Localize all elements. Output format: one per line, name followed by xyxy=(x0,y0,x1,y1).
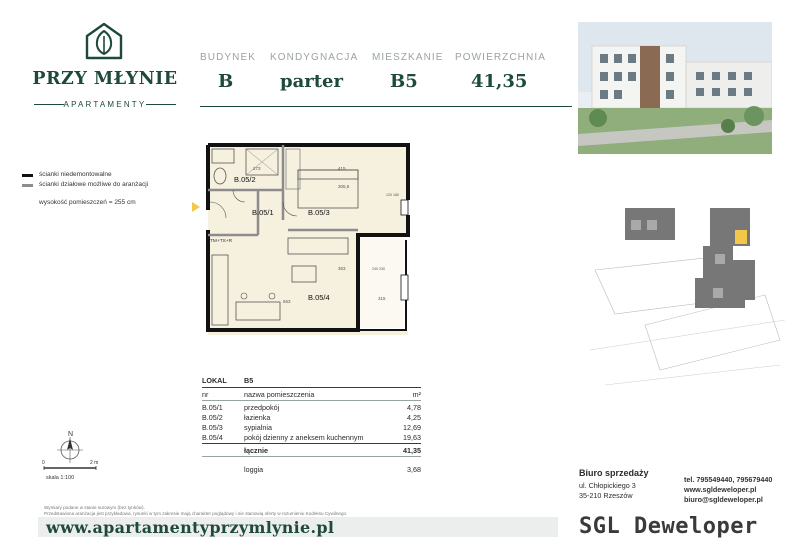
dim-window-1: 120 180 xyxy=(386,193,399,197)
north-letter: N xyxy=(68,431,73,438)
logo-name: PRZY MŁYNIE xyxy=(32,69,178,89)
row-nr: B.05/1 xyxy=(202,402,223,412)
field-area-label: POWIERZCHNIA xyxy=(455,52,546,63)
col-unit: m² xyxy=(412,389,421,399)
contact-email[interactable]: biuro@sgldeweloper.pl xyxy=(684,495,772,505)
row-nr: B.05/4 xyxy=(202,432,223,442)
row-area: 4,25 xyxy=(407,412,421,422)
sales-office: Biuro sprzedaży ul. Chłopickiego 3 35-21… xyxy=(579,468,649,501)
table-row: B.05/1 przedpokój 4,78 xyxy=(202,402,421,412)
office-title: Biuro sprzedaży xyxy=(579,468,649,478)
scale-end: 2 m xyxy=(90,460,98,466)
table-code-label: LOKAL xyxy=(202,375,227,385)
row-area: 4,78 xyxy=(407,402,421,412)
room-label-b053: B.05/3 xyxy=(308,208,330,217)
dim-window-2: 240 230 xyxy=(372,267,385,271)
legend-row-partition: ścianki działowe możliwe do aranżacji xyxy=(22,180,148,190)
dim-living-depth: 353 xyxy=(338,266,346,271)
field-floor-value: parter xyxy=(280,71,343,92)
field-building-value: B xyxy=(218,71,234,92)
contact-info: tel. 795549440, 795679440 www.sgldewelop… xyxy=(684,475,772,505)
loggia-area: 3,68 xyxy=(407,464,421,474)
logo-rule-right xyxy=(146,104,176,105)
brand-logo: PRZY MŁYNIE APARTAMENTY xyxy=(30,22,180,112)
scale-label: skala 1:100 xyxy=(46,475,74,481)
total-label: łącznie xyxy=(244,445,268,455)
table-rule xyxy=(202,443,421,444)
row-name: pokój dzienny z aneksem kuchennym xyxy=(244,432,364,442)
col-name: nazwa pomieszczenia xyxy=(244,389,315,399)
partition-wall-swatch xyxy=(22,183,33,187)
table-column-headers: nr nazwa pomieszczenia m² xyxy=(202,389,421,399)
loggia-row: loggia 3,68 xyxy=(202,464,421,474)
row-name: łazienka xyxy=(244,412,271,422)
table-rule xyxy=(202,456,421,457)
table-row: B.05/3 sypialnia 12,69 xyxy=(202,422,421,432)
house-leaf-icon xyxy=(85,22,123,60)
office-street: ul. Chłopickiego 3 xyxy=(579,481,636,490)
table-row: B.05/2 łazienka 4,25 xyxy=(202,412,421,422)
table-row: B.05/4 pokój dzienny z aneksem kuchennym… xyxy=(202,432,421,442)
scale-start: 0 xyxy=(42,460,45,466)
website-link[interactable]: www.apartamentyprzymlynie.pl xyxy=(46,518,334,537)
table-total-row: łącznie 41,35 xyxy=(202,445,421,455)
legend-load-label: ścianki niedemontowalne xyxy=(39,171,112,178)
table-code-value: B5 xyxy=(244,375,254,385)
table-rule xyxy=(202,400,421,401)
table-rule-top xyxy=(202,387,421,388)
apartment-highlight xyxy=(735,230,747,244)
field-building: BUDYNEK B xyxy=(200,52,256,92)
building-render-image xyxy=(578,22,772,154)
table-header: LOKAL B5 xyxy=(202,374,421,386)
disclaimer: Wymiary podane w stanie surowym (bez tyn… xyxy=(44,505,347,517)
contact-phone: tel. 795549440, 795679440 xyxy=(684,475,773,484)
wall-legend: ścianki niedemontowalne ścianki działowe… xyxy=(22,170,148,208)
row-area: 19,63 xyxy=(403,432,421,442)
row-area: 12,69 xyxy=(403,422,421,432)
floor-plan: B.05/2 B.05/1 B.05/3 B.05/4 273 415 305,… xyxy=(192,143,410,335)
site-plan xyxy=(589,208,786,386)
col-nr: nr xyxy=(202,389,209,399)
room-label-b051: B.05/1 xyxy=(252,208,274,217)
room-label-b054: B.05/4 xyxy=(308,293,330,302)
dim-loggia-width: 315 xyxy=(378,296,386,301)
row-nr: B.05/2 xyxy=(202,412,223,422)
field-apartment-value: B5 xyxy=(390,71,418,92)
field-apartment: MIESZKANIE B5 xyxy=(372,52,444,92)
dim-bed-depth: 305,5 xyxy=(338,184,350,189)
field-floor-label: KONDYGNACJA xyxy=(270,52,359,63)
total-area: 41,35 xyxy=(403,445,421,455)
row-name: przedpokój xyxy=(244,402,280,412)
developer-brand: SGL Deweloper xyxy=(579,514,758,539)
office-city: 35-210 Rzeszów xyxy=(579,491,633,500)
header-divider xyxy=(200,106,572,107)
entrance-note: TM+TS+R xyxy=(210,238,233,244)
dim-bath-width: 273 xyxy=(253,166,261,171)
row-name: sypialnia xyxy=(244,422,272,432)
field-area-value: 41,35 xyxy=(471,71,528,92)
area-table: LOKAL B5 nr nazwa pomieszczenia m² B.05/… xyxy=(202,374,421,474)
field-building-label: BUDYNEK xyxy=(200,52,257,63)
legend-row-load: ścianki niedemontowalne xyxy=(22,170,148,180)
load-wall-swatch xyxy=(22,173,33,177)
field-area: POWIERZCHNIA 41,35 xyxy=(455,52,546,92)
legend-partition-label: ścianki działowe możliwe do aranżacji xyxy=(39,181,149,188)
dim-living-width: 563 xyxy=(283,299,291,304)
field-floor: KONDYGNACJA parter xyxy=(270,52,358,92)
contact-web[interactable]: www.sgldeweloper.pl xyxy=(684,485,772,495)
row-nr: B.05/3 xyxy=(202,422,223,432)
field-apartment-label: MIESZKANIE xyxy=(372,52,444,63)
north-arrow-scale: N 0 2 m skala 1:100 xyxy=(42,431,98,481)
room-height-note: wysokość pomieszczeń = 255 cm xyxy=(39,199,136,206)
room-label-b052: B.05/2 xyxy=(234,175,256,184)
dim-bed-width: 415 xyxy=(338,166,346,171)
loggia-label: loggia xyxy=(244,464,264,474)
